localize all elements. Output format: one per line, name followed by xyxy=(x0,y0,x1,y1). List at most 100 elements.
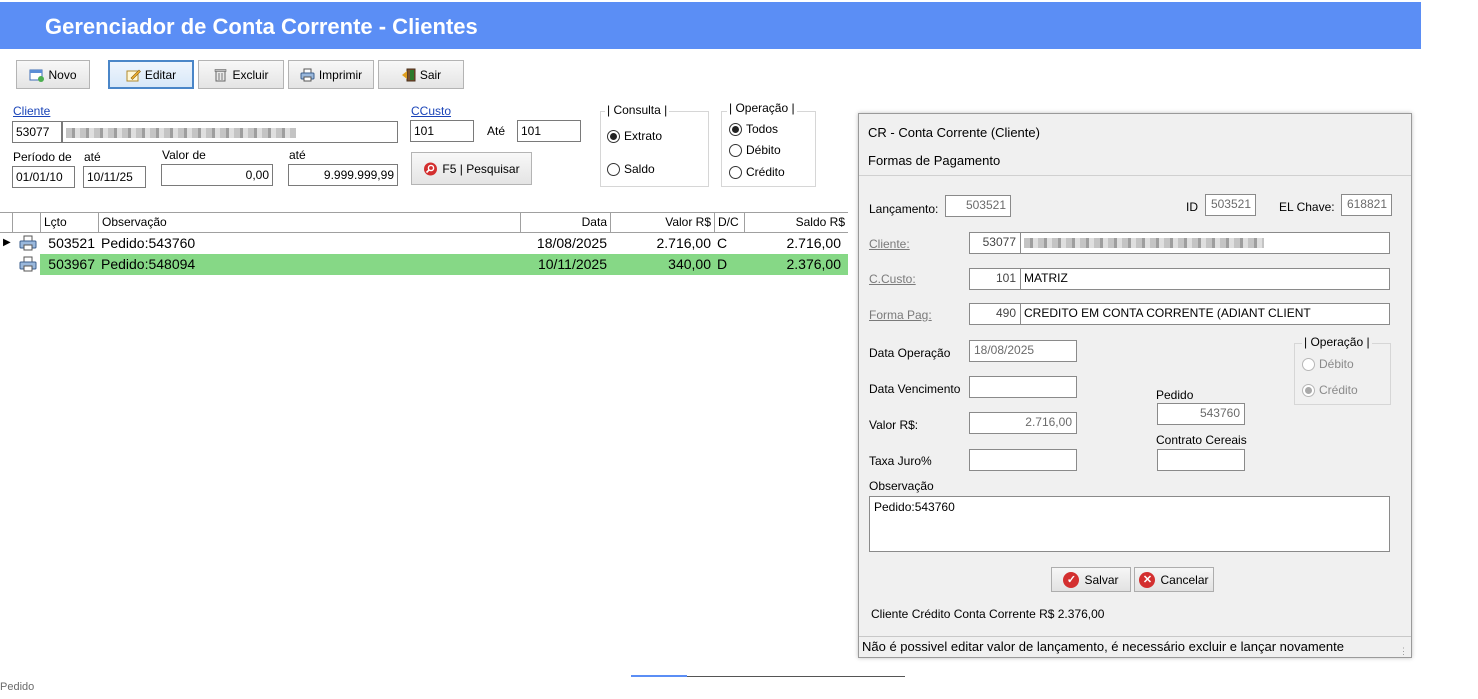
grid-header-valor[interactable]: Valor R$ xyxy=(610,213,714,233)
dialog-separator xyxy=(859,175,1411,176)
sair-label: Sair xyxy=(419,67,442,82)
pesquisar-button[interactable]: F5 | Pesquisar xyxy=(411,152,532,185)
dialog-credito-radio[interactable] xyxy=(1302,383,1315,397)
dialog-formapag-link[interactable]: Forma Pag: xyxy=(869,308,932,322)
cell-observacao: Pedido:548094 xyxy=(101,256,196,272)
date-to-input[interactable]: 10/11/25 xyxy=(83,166,146,188)
grid-header-saldo[interactable]: Saldo R$ xyxy=(744,213,848,233)
footer-pedido-label: Pedido xyxy=(0,681,35,693)
window-title: Gerenciador de Conta Corrente - Clientes xyxy=(45,14,478,39)
credito-radio[interactable] xyxy=(729,165,742,179)
consulta-group-title: | Consulta | xyxy=(605,103,670,117)
todos-radio[interactable] xyxy=(729,122,742,136)
consulta-option-extrato[interactable]: Extrato xyxy=(607,129,662,143)
cell-lcto: 503967 xyxy=(48,256,95,272)
printer-icon xyxy=(300,68,315,82)
observacao-textarea[interactable]: Pedido:543760 xyxy=(869,496,1390,552)
dialog-ccusto-name: MATRIZ xyxy=(1024,271,1068,285)
table-row[interactable]: ▶ 503521 Pedido:543760 18/08/2025 2.716,… xyxy=(0,233,848,254)
redacted-client-name xyxy=(1024,237,1264,248)
debito-label: Débito xyxy=(746,143,781,157)
elchave-label: EL Chave: xyxy=(1279,200,1335,214)
table-row[interactable]: 503967 Pedido:548094 10/11/2025 340,00 D… xyxy=(0,254,848,275)
conta-corrente-dialog: CR - Conta Corrente (Cliente) Formas de … xyxy=(858,113,1412,658)
cell-dc: C xyxy=(717,235,728,251)
cell-observacao: Pedido:543760 xyxy=(101,235,196,251)
dialog-ccusto-field[interactable]: 101 MATRIZ xyxy=(969,268,1390,290)
pesquisar-label: F5 | Pesquisar xyxy=(442,161,520,176)
cancelar-button[interactable]: ✕ Cancelar xyxy=(1134,567,1214,592)
data-vencimento-field[interactable] xyxy=(969,376,1077,398)
data-vencimento-label: Data Vencimento xyxy=(869,382,961,396)
cliente-link[interactable]: Cliente xyxy=(13,104,50,118)
grid-header-data[interactable]: Data xyxy=(520,213,610,233)
cell-saldo: 2.376,00 xyxy=(786,256,842,272)
dialog-cliente-code: 53077 xyxy=(970,233,1021,253)
grid-header-observacao[interactable]: Observação xyxy=(98,213,520,233)
lancamento-field[interactable]: 503521 xyxy=(945,195,1011,217)
id-label: ID xyxy=(1186,200,1198,214)
resize-grip-icon[interactable]: ⋮ xyxy=(1399,646,1408,657)
dialog-ccusto-link[interactable]: C.Custo: xyxy=(869,272,916,286)
contrato-cereais-field[interactable] xyxy=(1157,449,1245,471)
cell-lcto: 503521 xyxy=(48,235,95,251)
excluir-button[interactable]: Excluir xyxy=(198,60,284,89)
row-print-icon[interactable] xyxy=(16,233,40,254)
checkmark-icon: ✓ xyxy=(1063,571,1080,588)
dialog-operacao-credito[interactable]: Crédito xyxy=(1302,383,1358,397)
credito-label: Crédito xyxy=(746,165,785,179)
ccusto-from-input[interactable]: 101 xyxy=(410,120,474,142)
data-operacao-field[interactable]: 18/08/2025 xyxy=(969,340,1077,362)
editar-button[interactable]: Editar xyxy=(108,60,194,89)
taxa-juro-field[interactable] xyxy=(969,449,1077,471)
operacao-option-credito[interactable]: Crédito xyxy=(729,165,785,179)
dialog-operacao-debito[interactable]: Débito xyxy=(1302,357,1354,371)
date-from-input[interactable]: 01/01/10 xyxy=(12,166,75,188)
cliente-name-input[interactable] xyxy=(62,121,398,143)
grid-header-dc[interactable]: D/C xyxy=(714,213,744,233)
dialog-debito-radio[interactable] xyxy=(1302,357,1315,371)
imprimir-button[interactable]: Imprimir xyxy=(288,60,374,89)
valor-from-input[interactable]: 0,00 xyxy=(161,164,273,186)
taxa-juro-label: Taxa Juro% xyxy=(869,454,932,468)
dialog-subtitle: Formas de Pagamento xyxy=(868,153,1001,168)
valor-to-input[interactable]: 9.999.999,99 xyxy=(288,164,398,186)
new-document-icon xyxy=(29,68,45,82)
elchave-field[interactable]: 618821 xyxy=(1341,194,1392,216)
debito-radio[interactable] xyxy=(729,143,742,157)
dialog-cliente-link[interactable]: Cliente: xyxy=(869,237,910,251)
row-selector-arrow-icon: ▶ xyxy=(3,237,11,248)
valor-label: Valor R$: xyxy=(869,418,919,432)
row-print-icon[interactable] xyxy=(16,254,40,275)
ccusto-to-input[interactable]: 101 xyxy=(517,120,581,142)
valor-field[interactable]: 2.716,00 xyxy=(969,412,1077,434)
dialog-cliente-field[interactable]: 53077 xyxy=(969,232,1390,254)
dialog-formapag-field[interactable]: 490 CREDITO EM CONTA CORRENTE (ADIANT CL… xyxy=(969,303,1390,325)
dialog-debito-label: Débito xyxy=(1319,357,1354,371)
grid-header-lcto[interactable]: Lçto xyxy=(40,213,98,233)
sair-button[interactable]: Sair xyxy=(378,60,464,89)
edit-pencil-icon xyxy=(126,68,141,82)
cell-valor: 340,00 xyxy=(668,256,711,272)
data-operacao-label: Data Operação xyxy=(869,346,951,360)
cancel-x-icon: ✕ xyxy=(1139,571,1156,588)
id-field[interactable]: 503521 xyxy=(1205,194,1256,216)
cliente-code-input[interactable]: 53077 xyxy=(12,121,62,143)
periodo-label: Período de xyxy=(13,150,72,164)
pedido-field[interactable]: 543760 xyxy=(1157,403,1245,425)
saldo-radio[interactable] xyxy=(607,162,620,176)
cell-data: 10/11/2025 xyxy=(537,256,607,272)
dialog-formapag-name: CREDITO EM CONTA CORRENTE (ADIANT CLIENT xyxy=(1024,306,1311,320)
extrato-radio[interactable] xyxy=(607,129,620,143)
salvar-button[interactable]: ✓ Salvar xyxy=(1051,567,1131,592)
operacao-option-todos[interactable]: Todos xyxy=(729,122,778,136)
periodo-ate-label: até xyxy=(84,150,101,164)
novo-button[interactable]: Novo xyxy=(16,60,90,89)
grid-header: Lçto Observação Data Valor R$ D/C Saldo … xyxy=(0,212,848,233)
consulta-option-saldo[interactable]: Saldo xyxy=(607,162,655,176)
ccusto-link[interactable]: CCusto xyxy=(411,104,451,118)
operacao-option-debito[interactable]: Débito xyxy=(729,143,781,157)
cancelar-label: Cancelar xyxy=(1160,572,1209,587)
cell-data: 18/08/2025 xyxy=(536,235,607,251)
todos-label: Todos xyxy=(746,122,779,136)
